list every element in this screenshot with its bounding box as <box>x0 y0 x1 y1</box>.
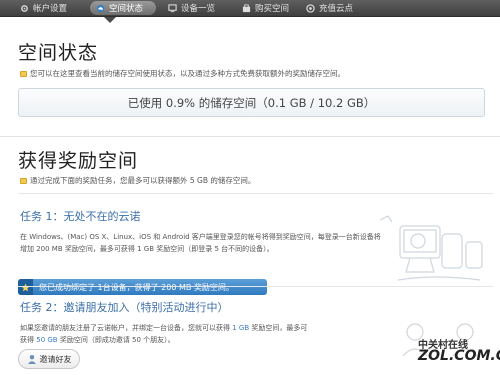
section-divider <box>18 193 493 194</box>
storage-usage-text: 已使用 0.9% 的储存空间（0.1 GB / 10.2 GB） <box>127 95 376 110</box>
task1-text-line: 在 Windows、(Mac) OS X、Linux、iOS 和 Android… <box>20 233 381 241</box>
cloud-icon <box>96 4 105 13</box>
tab-account-settings[interactable]: 帐户设置 <box>20 0 84 17</box>
note-icon <box>20 177 27 184</box>
user-icon <box>27 354 37 364</box>
invite-friends-button[interactable]: 邀请好友 <box>18 349 80 369</box>
gear-icon <box>20 4 29 13</box>
devices-illustration <box>380 215 483 281</box>
invite-button-label: 邀请好友 <box>39 354 72 364</box>
task1-text-line: 增加 200 MB 奖励空间，最多可获得 1 GB 奖励空间（即登录 5 台不同… <box>20 244 274 253</box>
tab-device-list[interactable]: 设备一览 <box>168 0 242 17</box>
text-segment: 如果您邀请的朋友注册了云诺帐户，并绑定一台设备，您就可以获得 <box>20 324 233 332</box>
top-navigation: 帐户设置 空间状态 设备一览 购买空间 充值云点 <box>0 0 500 17</box>
task2-text-line: 获得 50 GB 奖励空间（即成功邀请 50 个朋友）。 <box>20 335 395 347</box>
storage-usage-box: 已使用 0.9% 的储存空间（0.1 GB / 10.2 GB） <box>18 88 485 117</box>
task1-text: 在 Windows、(Mac) OS X、Linux、iOS 和 Android… <box>20 232 395 255</box>
space-status-description: 您可以在这里查看当前的储存空间使用状态，以及通过多种方式免费获取额外的奖励储存空… <box>20 68 345 79</box>
rewards-description: 通过完成下面的奖励任务，您最多可以获得额外 5 GB 的储存空间。 <box>20 175 255 186</box>
tab-buy-space[interactable]: 购买空间 <box>242 0 306 17</box>
watermark-logo-text: ZOL.COM.CN <box>418 348 500 364</box>
task2-title: 任务 2：邀请朋友加入（特别活动进行中） <box>20 301 229 314</box>
task2-text: 如果您邀请的朋友注册了云诺帐户，并绑定一台设备，您就可以获得 1 GB 奖励空间… <box>20 323 395 346</box>
text-segment: 获得 <box>20 335 37 344</box>
star-icon <box>18 279 33 295</box>
coin-icon <box>306 3 315 13</box>
description-text: 通过完成下面的奖励任务，您最多可以获得额外 5 GB 的储存空间。 <box>30 176 256 185</box>
text-segment: 奖励空间，最多可 <box>249 324 308 332</box>
highlight-value: 1 GB <box>232 324 250 332</box>
tab-label: 空间状态 <box>109 4 144 14</box>
cart-icon <box>242 3 251 13</box>
note-icon <box>20 70 27 77</box>
device-icon <box>168 3 177 13</box>
rewards-title: 获得奖励空间 <box>18 150 139 172</box>
tab-label: 帐户设置 <box>33 4 68 14</box>
task1-success-text: 您已成功绑定了 1台设备，获得了 200 MB 奖励空间。 <box>39 282 234 292</box>
tab-recharge[interactable]: 充值云点 <box>306 0 370 17</box>
description-text: 您可以在这里查看当前的储存空间使用状态，以及通过多种方式免费获取额外的奖励储存空… <box>30 69 345 78</box>
text-segment: 奖励空间（即成功邀请 50 个朋友）。 <box>57 335 175 344</box>
highlight-value: 50 GB <box>36 335 58 344</box>
tab-label: 设备一览 <box>181 4 216 14</box>
tab-space-status[interactable]: 空间状态 <box>90 1 156 15</box>
tab-label: 购买空间 <box>255 4 290 14</box>
task1-success-bar: 您已成功绑定了 1台设备，获得了 200 MB 奖励空间。 <box>18 279 267 295</box>
task2-text-line: 如果您邀请的朋友注册了云诺帐户，并绑定一台设备，您就可以获得 1 GB 奖励空间… <box>20 323 395 335</box>
tab-label: 充值云点 <box>319 4 354 14</box>
section-divider <box>0 136 500 137</box>
task1-title: 任务 1：无处不在的云诺 <box>20 210 141 223</box>
space-status-title: 空间状态 <box>18 42 99 64</box>
